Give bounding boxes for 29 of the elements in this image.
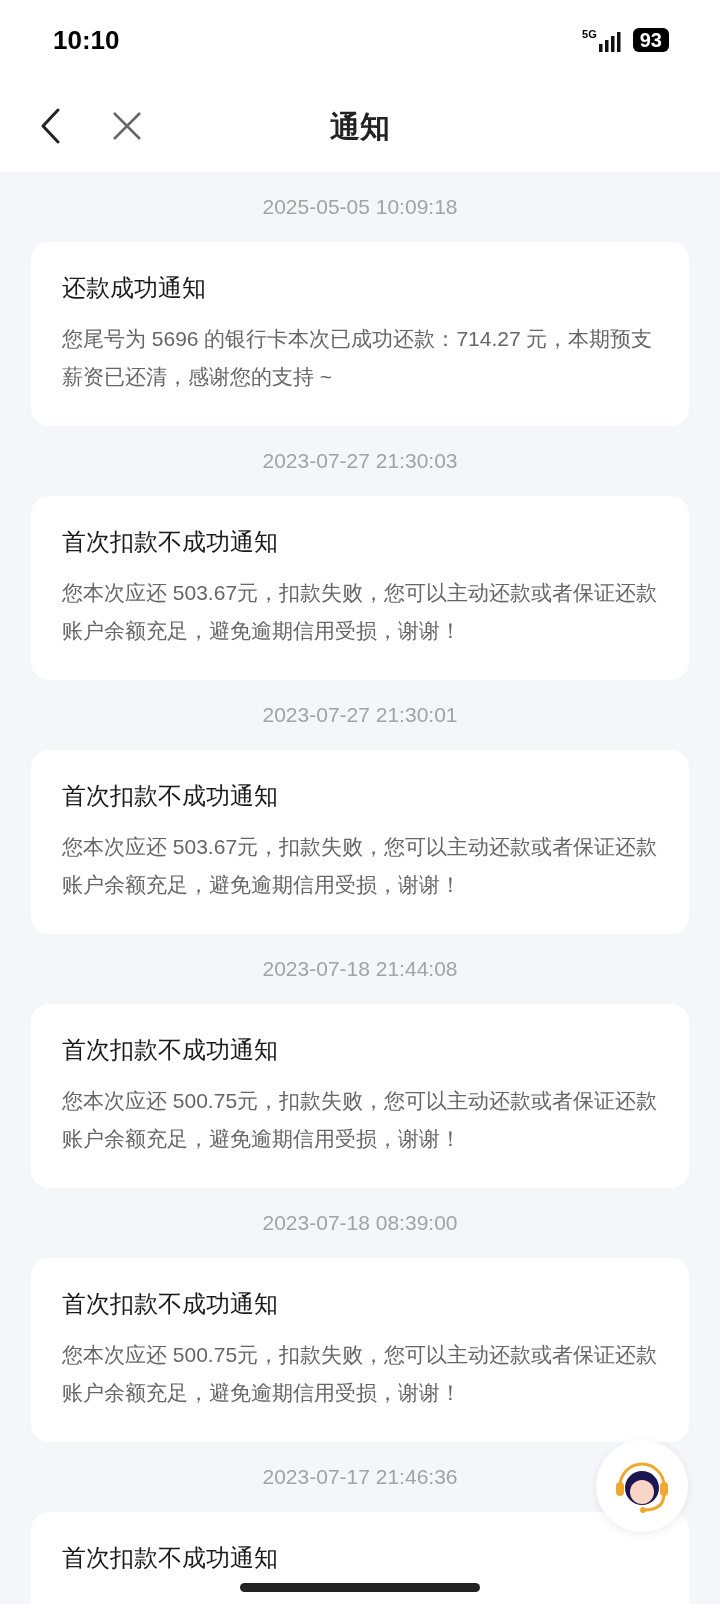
notification-body: 您尾号为 5696 的银行卡本次已成功还款：714.27 元，本期预支薪资已还清，感谢您的支持 ~ — [62, 326, 654, 390]
notification-card[interactable]: 首次扣款不成功通知 您本次应还 500.75元，扣款失败，您可以主动还款或者保证还款账户余额充足，避免逾期信用受损，谢谢！ — [31, 1004, 689, 1188]
notification-card[interactable]: 首次扣款不成功通知 您本次应还 503.67元，扣款失败，您可以主动还款或者保证还款账户余额充足，避免逾期信用受损，谢谢！ — [31, 750, 689, 934]
network-label: 5G — [582, 28, 597, 40]
status-time: 10:10 — [53, 23, 120, 57]
notification-title: 首次扣款不成功通知 — [62, 1543, 279, 1573]
timestamp: 2023-07-18 21:44:08 — [262, 956, 458, 983]
timestamp: 2023-07-27 21:30:03 — [262, 448, 458, 475]
page-title: 通知 — [330, 108, 390, 145]
notification-body: 您本次应还 500.75元，扣款失败，您可以主动还款或者保证还款账户余额充足，避免逾期信用受损，谢谢！ — [62, 1088, 658, 1152]
timestamp: 2023-07-18 08:39:00 — [262, 1210, 458, 1237]
timestamp: 2023-07-17 21:46:36 — [262, 1464, 458, 1491]
notification-title: 首次扣款不成功通知 — [62, 527, 279, 557]
close-button[interactable] — [112, 111, 142, 141]
notification-card[interactable]: 首次扣款不成功通知 您本次应还 500.75元，扣款失败，您可以主动还款或者保证还款账户余额充足，避免逾期信用受损，谢谢！ — [31, 1258, 689, 1442]
notification-card[interactable]: 首次扣款不成功通知 您本次应还 503.67元，扣款失败，您可以主动还款或者保证还款账户余额充足，避免逾期信用受损，谢谢！ — [31, 496, 689, 680]
notification-title: 首次扣款不成功通知 — [62, 1289, 279, 1319]
notification-card[interactable]: 还款成功通知 您尾号为 5696 的银行卡本次已成功还款：714.27 元，本期预支薪资已还清，感谢您的支持 ~ — [31, 242, 689, 426]
notification-title: 首次扣款不成功通知 — [62, 1035, 279, 1065]
timestamp: 2023-07-27 21:30:01 — [262, 702, 458, 729]
notification-body: 您本次应还 503.67元，扣款失败，您可以主动还款或者保证还款账户余额充足，避免逾期信用受损，谢谢！ — [62, 580, 658, 644]
signal-icon — [598, 31, 621, 52]
notification-body: 您本次应还 500.75元，扣款失败，您可以主动还款或者保证还款账户余额充足，避免逾期信用受损，谢谢！ — [62, 1342, 658, 1406]
battery-indicator: 93 — [632, 28, 669, 52]
notification-body: 您本次应还 503.67元，扣款失败，您可以主动还款或者保证还款账户余额充足，避免逾期信用受损，谢谢！ — [62, 834, 658, 898]
notification-title: 首次扣款不成功通知 — [62, 781, 279, 811]
notification-card[interactable]: 首次扣款不成功通知 — [31, 1512, 689, 1604]
notification-title: 还款成功通知 — [62, 273, 207, 303]
timestamp: 2025-05-05 10:09:18 — [262, 194, 458, 221]
